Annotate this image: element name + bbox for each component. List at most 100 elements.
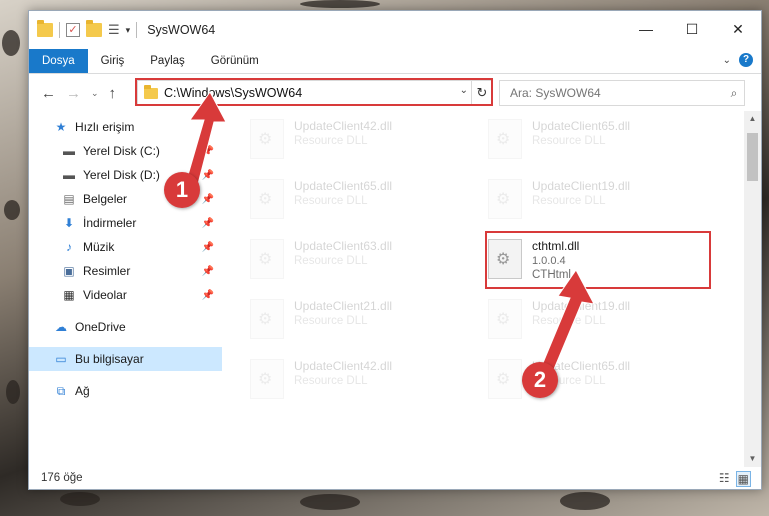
sidebar-item-music[interactable]: ♪ Müzik 📌 — [29, 235, 222, 259]
customize-icon[interactable]: ☰ — [108, 22, 120, 38]
maximize-button[interactable]: ☐ — [669, 11, 715, 47]
forward-arrow-icon[interactable]: → — [66, 85, 81, 102]
file-list: UpdateClient42.dll Resource DLL UpdateCli… — [222, 111, 744, 467]
pin-icon[interactable]: 📌 — [202, 290, 214, 301]
background-spot — [560, 492, 610, 510]
dll-file-icon — [488, 179, 522, 219]
close-button[interactable]: ✕ — [715, 11, 761, 47]
minimize-button[interactable]: — — [623, 11, 669, 47]
tiles-view-icon[interactable]: ▦ — [735, 471, 751, 487]
file-item[interactable]: UpdateClient65.dll Resource DLL — [222, 175, 442, 225]
sidebar-item-label: Ağ — [75, 384, 90, 398]
scroll-thumb[interactable] — [747, 133, 758, 181]
file-name: UpdateClient65.dll — [532, 119, 631, 133]
help-icon[interactable]: ? — [739, 53, 753, 67]
window-title: SysWOW64 — [147, 23, 216, 37]
sidebar-item-videos[interactable]: ▦ Videolar 📌 — [29, 283, 222, 307]
main-area: ★ Hızlı erişim ▬ Yerel Disk (C:) 📌 ▬ Yer… — [29, 111, 761, 467]
dll-file-icon — [250, 239, 284, 279]
dll-file-icon — [250, 119, 284, 159]
callout-badge-1: 1 — [164, 172, 200, 208]
pin-icon[interactable]: 📌 — [202, 218, 214, 229]
background-spot — [4, 200, 20, 220]
file-name: UpdateClient63.dll — [294, 239, 393, 253]
sidebar-item-downloads[interactable]: ⬇ İndirmeler 📌 — [29, 211, 222, 235]
scroll-up-icon[interactable]: ▲ — [744, 111, 761, 127]
dll-file-icon — [250, 179, 284, 219]
up-arrow-icon[interactable]: ↑ — [109, 85, 117, 102]
file-description: Resource DLL — [294, 315, 368, 327]
file-item[interactable]: UpdateClient42.dll Resource DLL — [222, 115, 442, 165]
sidebar-item-label: Yerel Disk (C:) — [83, 144, 160, 158]
scroll-down-icon[interactable]: ▼ — [744, 451, 761, 467]
sidebar-item-label: OneDrive — [75, 320, 126, 334]
nav-buttons: ← → ⌄ ↑ — [29, 85, 116, 102]
file-item[interactable]: UpdateClient42.dll Resource DLL — [222, 355, 442, 405]
search-icon[interactable]: ⌕ — [724, 86, 744, 101]
tab-share[interactable]: Paylaş — [137, 49, 198, 73]
folder-icon — [37, 20, 53, 37]
sidebar-item-label: Bu bilgisayar — [75, 352, 144, 366]
details-view-icon[interactable]: ☷ — [719, 471, 730, 487]
sidebar-item-label: Müzik — [83, 240, 115, 254]
sidebar-item-label: Belgeler — [83, 192, 128, 206]
separator — [136, 22, 138, 38]
file-item[interactable]: UpdateClient21.dll Resource DLL — [222, 295, 442, 345]
sidebar-item-label: Hızlı erişim — [75, 120, 135, 134]
sidebar-item-network[interactable]: ⧉ Ağ — [29, 379, 222, 403]
separator — [59, 22, 60, 38]
background-spot — [60, 492, 100, 506]
star-icon: ★ — [55, 120, 67, 134]
back-arrow-icon[interactable]: ← — [41, 85, 56, 102]
sidebar-item-this-pc[interactable]: ▭ Bu bilgisayar — [29, 347, 222, 371]
dll-file-icon — [488, 359, 522, 399]
file-description: Resource DLL — [532, 195, 606, 207]
document-icon: ▤ — [63, 192, 75, 206]
search-box: ⌕ — [499, 80, 745, 106]
title-bar: ✓ ☰ ▾ SysWOW64 — ☐ ✕ — [29, 11, 761, 49]
vertical-scrollbar[interactable]: ▲ ▼ — [744, 111, 761, 467]
item-count: 176 öğe — [41, 472, 83, 484]
file-item[interactable]: UpdateClient19.dll Resource DLL — [460, 175, 680, 225]
sidebar-item-label: İndirmeler — [83, 216, 137, 230]
file-description: Resource DLL — [532, 135, 606, 147]
pin-icon[interactable]: 📌 — [202, 266, 214, 277]
sidebar-item-pictures[interactable]: ▣ Resimler 📌 — [29, 259, 222, 283]
tab-file[interactable]: Dosya — [29, 49, 88, 73]
pin-icon[interactable]: 📌 — [202, 242, 214, 253]
expand-ribbon-icon[interactable]: ⌄ — [723, 55, 731, 66]
recent-locations-icon[interactable]: ⌄ — [91, 88, 99, 99]
search-input[interactable] — [508, 85, 724, 101]
dll-file-icon — [488, 299, 522, 339]
dll-file-icon — [250, 359, 284, 399]
background-spot — [6, 380, 20, 404]
properties-check-icon[interactable]: ✓ — [66, 23, 80, 37]
qat-dropdown-icon[interactable]: ▾ — [126, 25, 131, 36]
download-icon: ⬇ — [63, 216, 75, 230]
tab-view[interactable]: Görünüm — [198, 49, 272, 73]
callout-badge-2: 2 — [522, 362, 558, 398]
file-item[interactable]: UpdateClient65.dll Resource DLL — [460, 115, 680, 165]
network-icon: ⧉ — [56, 383, 66, 398]
cloud-icon: ☁ — [55, 320, 67, 334]
new-folder-icon[interactable] — [86, 20, 102, 37]
file-description: Resource DLL — [294, 135, 368, 147]
status-bar: 176 öğe ☷ ▦ — [29, 467, 761, 489]
file-name: UpdateClient65.dll — [294, 179, 393, 193]
file-description: Resource DLL — [294, 255, 368, 267]
file-name: UpdateClient19.dll — [532, 179, 631, 193]
file-item[interactable]: UpdateClient63.dll Resource DLL — [222, 235, 442, 285]
file-name: UpdateClient21.dll — [294, 299, 393, 313]
sidebar-item-label: Resimler — [83, 264, 131, 278]
sidebar-item-onedrive[interactable]: ☁ OneDrive — [29, 315, 222, 339]
quick-access-toolbar: ✓ ☰ ▾ — [29, 20, 138, 38]
sidebar-item-label: Yerel Disk (D:) — [83, 168, 160, 182]
tab-home[interactable]: Giriş — [88, 49, 138, 73]
dll-file-icon — [488, 119, 522, 159]
background-spot — [300, 0, 380, 8]
video-icon: ▦ — [63, 288, 75, 302]
file-name: UpdateClient42.dll — [294, 359, 393, 373]
